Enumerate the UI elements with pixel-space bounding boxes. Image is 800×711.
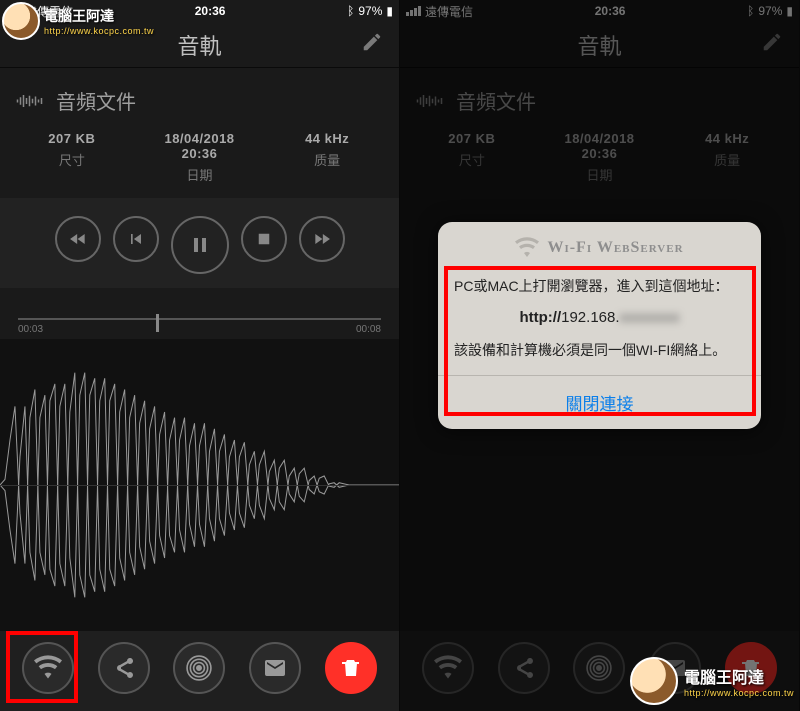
pencil-icon [761,31,783,53]
battery-icon: ▮ [786,4,793,18]
dialog-title-row: Wi-Fi WebServer [438,222,761,268]
battery-pct: 97% [358,4,382,18]
info-quality: 44 kHz 质量 [263,131,391,184]
phone-right: 遠傳電信 20:36 ᛒ 97% ▮ 音軌 音頻文件 207 KB尺寸 18/0… [400,0,800,711]
dialog-title: Wi-Fi WebServer [547,239,683,257]
mail-icon [263,656,287,680]
dialog-url-redacted: xxxxxxxx [620,309,680,326]
share-icon [112,656,136,680]
time-total: 00:08 [356,324,381,335]
progress-thumb[interactable] [156,314,159,332]
pause-button[interactable] [171,216,229,274]
watermark-name: 電腦王阿達 [684,670,764,687]
progress-track[interactable] [18,318,381,320]
avatar [2,2,40,40]
file-title: 音頻文件 [456,86,536,115]
file-title: 音頻文件 [56,86,136,115]
status-time: 20:36 [473,4,747,18]
bluetooth-icon: ᛒ [747,4,754,18]
prev-button[interactable] [113,216,159,262]
wifi-icon [515,236,539,260]
nav-bar: 音軌 [400,22,799,68]
battery-pct: 97% [758,4,782,18]
bluetooth-icon: ᛒ [347,4,354,18]
file-header: 音頻文件 [400,68,799,121]
pencil-icon [361,31,383,53]
wifi-webserver-dialog: Wi-Fi WebServer PC或MAC上打開瀏覽器，進入到這個地址： ht… [438,222,761,429]
share-icon [512,656,536,680]
skip-prev-icon [126,229,146,249]
wifi-button[interactable] [22,642,74,694]
airdrop-button[interactable] [573,642,625,694]
bottom-toolbar [0,631,399,711]
info-date: 18/04/201820:36 日期 [136,131,264,184]
airdrop-button[interactable] [173,642,225,694]
stop-button[interactable] [241,216,287,262]
dialog-url: http://192.168.xxxxxxxx [454,307,745,330]
battery-icon: ▮ [386,4,393,18]
watermark-name: 電腦王阿達 [44,8,114,24]
progress-area[interactable]: 00:03 00:08 [0,288,399,339]
pause-icon [188,233,212,257]
rewind-icon [68,229,88,249]
file-info-row: 207 KB尺寸 18/04/201820:36日期 44 kHz质量 [400,121,799,198]
stop-icon [255,230,273,248]
waveform-icon [416,91,446,111]
rewind-button[interactable] [55,216,101,262]
page-title: 音軌 [412,29,787,61]
time-current: 00:03 [18,324,43,335]
wifi-icon [34,654,62,682]
broadcast-icon [186,655,212,681]
playback-controls [0,198,399,288]
watermark-url: http://www.kocpc.com.tw [684,688,794,698]
wifi-button[interactable] [422,642,474,694]
dialog-instructions-1: PC或MAC上打開瀏覽器，進入到這個地址： [454,276,745,297]
status-bar: 遠傳電信 20:36 ᛒ 97% ▮ [400,0,799,22]
delete-button[interactable] [325,642,377,694]
dialog-body: PC或MAC上打開瀏覽器，進入到這個地址： http://192.168.xxx… [438,268,761,375]
fast-forward-icon [312,229,332,249]
edit-button[interactable] [761,31,783,58]
trash-icon [339,656,363,680]
file-header: 音頻文件 [0,68,399,121]
phone-left: 遠傳電信 20:36 ᛒ 97% ▮ 音軌 音頻文件 207 KB 尺寸 [0,0,400,711]
info-size: 207 KB 尺寸 [8,131,136,184]
edit-button[interactable] [361,31,383,58]
share-button[interactable] [498,642,550,694]
waveform-icon [16,91,46,111]
watermark-bottom-right: 電腦王阿達 http://www.kocpc.com.tw [630,657,794,705]
watermark-top-left: 電腦王阿達 http://www.kocpc.com.tw [2,2,154,40]
share-button[interactable] [98,642,150,694]
avatar [630,657,678,705]
forward-button[interactable] [299,216,345,262]
file-info-row: 207 KB 尺寸 18/04/201820:36 日期 44 kHz 质量 [0,121,399,198]
watermark-url: http://www.kocpc.com.tw [44,26,154,36]
dialog-instructions-2: 該設備和計算機必須是同一個WI-FI網絡上。 [454,340,745,361]
dialog-close-button[interactable]: 關閉連接 [438,375,761,429]
broadcast-icon [586,655,612,681]
waveform-display[interactable] [0,339,399,631]
signal-icon [406,6,421,16]
mail-button[interactable] [249,642,301,694]
carrier-label: 遠傳電信 [425,3,473,20]
wifi-icon [434,654,462,682]
